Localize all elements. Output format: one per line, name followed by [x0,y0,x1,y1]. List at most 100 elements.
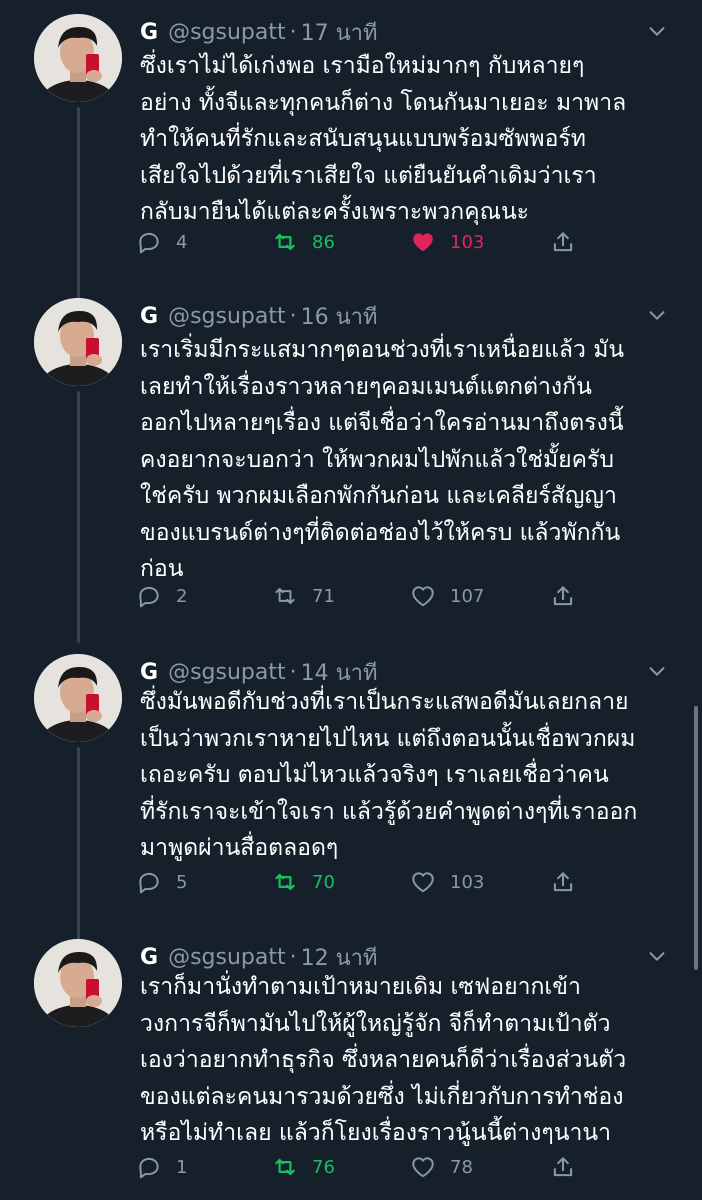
tweet-text-line: ทำให้คนที่รักและสนับสนุนแบบพร้อมซัพพอร์ท [140,126,586,152]
display-name[interactable]: G [140,660,158,685]
tweet-text-line: วงการจีก็พามันไปให้ผู้ใหญ่รู้จัก จีก็ทำต… [140,1010,611,1037]
tweet-text: เราเริ่มมีกระแสมากๆตอนช่วงที่เราเหนื่อยแ… [140,332,680,588]
retweet-count: 86 [312,231,335,253]
tweet-header: G @sgsupatt · 17 นาที [140,12,377,52]
timestamp[interactable]: 16 นาที [301,299,378,334]
retweet-icon [275,233,295,251]
tweet-text: เราก็มานั่งทำตามเป้าหมายเดิม เซฟอยากเข้า… [140,969,680,1152]
tweet-text-line: อย่าง ทั้งจีและทุกคนก็ต่าง โดนกันมาเยอะ … [140,89,627,116]
heart-icon [412,872,434,893]
tweet-text-line: ซึ่งเราไม่ได้เก่งพอ เรามือใหม่มากๆ กับหล… [140,53,585,79]
like-button[interactable]: 103 [410,222,484,262]
share-button[interactable] [550,1147,590,1187]
reply-button[interactable]: 5 [136,862,187,902]
more-options-button[interactable] [640,939,674,973]
chevron-down-icon [649,667,665,676]
separator: · [289,19,297,45]
thread-line [77,107,80,302]
tweet-text-line: เถอะครับ ตอบไม่ไหวแล้วจริงๆ เราเลยเชื่อว… [140,762,609,788]
user-handle[interactable]: @sgsupatt [168,20,286,45]
retweet-icon [275,873,295,891]
retweet-count: 70 [312,871,335,893]
reply-button[interactable]: 1 [136,1147,187,1187]
reply-icon [139,232,159,254]
avatar[interactable] [34,654,122,742]
thread-line [77,747,80,940]
avatar-photo [34,939,122,1027]
more-options-button[interactable] [640,14,674,48]
more-options-button[interactable] [640,654,674,688]
retweet-count: 71 [312,585,335,607]
tweet-actions: 4 86 103 [136,222,586,262]
share-button[interactable] [550,862,590,902]
tweet[interactable]: G @sgsupatt · 17 นาที ซึ่งเราไม่ได้เก่งพ… [0,12,702,302]
retweet-button[interactable]: 86 [272,222,335,262]
reply-count: 2 [176,585,188,607]
separator: · [289,303,297,329]
share-icon [553,872,573,892]
share-icon [553,586,573,606]
tweet-text-line: ของแบรนด์ต่างๆที่ติดต่อช่องไว้ให้ครบ แล้… [140,519,621,546]
display-name[interactable]: G [140,20,158,45]
tweet-actions: 1 76 78 [136,1147,586,1187]
tweet[interactable]: G @sgsupatt · 14 นาที ซึ่งมันพอดีกับช่วง… [0,652,702,940]
like-button[interactable]: 107 [410,576,484,616]
share-icon [553,1157,573,1177]
heart-icon [412,586,434,607]
retweet-icon [275,1158,295,1176]
reply-icon [139,872,159,894]
chevron-down-icon [649,311,665,320]
tweet-text-line: ออกไปหลายๆเรื่อง แต่จีเชื่อว่าใครอ่านมาถ… [140,410,624,436]
tweet-text-line: ของแต่ละคนมารวมด้วยซึ่ง ไม่เกี่ยวกับการท… [140,1083,624,1110]
tweet-header: G @sgsupatt · 16 นาที [140,296,377,336]
tweet-text-line: เสียใจไปด้วยที่เราเสียใจ แต่ยืนยันคำเดิม… [140,162,597,189]
avatar-photo [34,298,122,386]
avatar-photo [34,14,122,102]
retweet-button[interactable]: 70 [272,862,335,902]
thread-line [77,290,80,298]
retweet-button[interactable]: 71 [272,576,335,616]
avatar-photo [34,654,122,742]
thread-line [77,391,80,643]
tweet-text-line: เองว่าอยากทำธุรกิจ ซึ่งหลายคนก็ดีว่าเรื่… [140,1047,627,1073]
tweet[interactable]: G @sgsupatt · 12 นาที เราก็มานั่งทำตามเป… [0,937,702,1200]
reply-count: 5 [176,871,188,893]
more-options-button[interactable] [640,298,674,332]
like-count: 107 [450,585,485,607]
user-handle[interactable]: @sgsupatt [168,304,286,329]
tweet-text-line: เลยทำให้เรื่องราวหลายๆคอมเมนต์แตกต่างกัน [140,373,592,400]
display-name[interactable]: G [140,945,158,970]
avatar[interactable] [34,939,122,1027]
share-button[interactable] [550,222,590,262]
retweet-count: 76 [312,1156,335,1178]
tweet[interactable]: G @sgsupatt · 16 นาที เราเริ่มมีกระแสมาก… [0,290,702,643]
share-icon [553,232,573,252]
share-button[interactable] [550,576,590,616]
chevron-down-icon [649,952,665,961]
reply-icon [139,1157,159,1179]
tweet-text-line: เราเริ่มมีกระแสมากๆตอนช่วงที่เราเหนื่อยแ… [140,337,625,363]
display-name[interactable]: G [140,304,158,329]
timestamp[interactable]: 17 นาที [301,15,378,50]
tweet-text-line: ที่รักเราจะเข้าใจเรา แล้วรู้ด้วยคำพูดต่า… [140,798,638,825]
tweet-text-line: คงอยากจะบอกว่า ให้พวกผมไปพักแล้วใช่มั้ยค… [140,446,614,473]
tweet-thread: G @sgsupatt · 17 นาที ซึ่งเราไม่ได้เก่งพ… [0,0,702,1200]
like-button[interactable]: 103 [410,862,484,902]
reply-button[interactable]: 2 [136,576,187,616]
user-handle[interactable]: @sgsupatt [168,945,286,970]
avatar[interactable] [34,298,122,386]
reply-button[interactable]: 4 [136,222,187,262]
scrollbar[interactable] [694,706,698,970]
tweet-actions: 2 71 107 [136,576,586,616]
retweet-icon [275,587,295,605]
tweet-text-line: เราก็มานั่งทำตามเป้าหมายเดิม เซฟอยากเข้า [140,974,581,1000]
tweet-text-line: ใช่ครับ พวกผมเลือกพักกันก่อน และเคลียร์ส… [140,483,617,509]
user-handle[interactable]: @sgsupatt [168,660,286,685]
reply-icon [139,586,159,608]
tweet-text-line: ซึ่งมันพอดีกับช่วงที่เราเป็นกระแสพอดีมัน… [140,689,629,715]
like-count: 103 [450,871,485,893]
chevron-down-icon [649,27,665,36]
avatar[interactable] [34,14,122,102]
retweet-button[interactable]: 76 [272,1147,335,1187]
like-button[interactable]: 78 [410,1147,473,1187]
